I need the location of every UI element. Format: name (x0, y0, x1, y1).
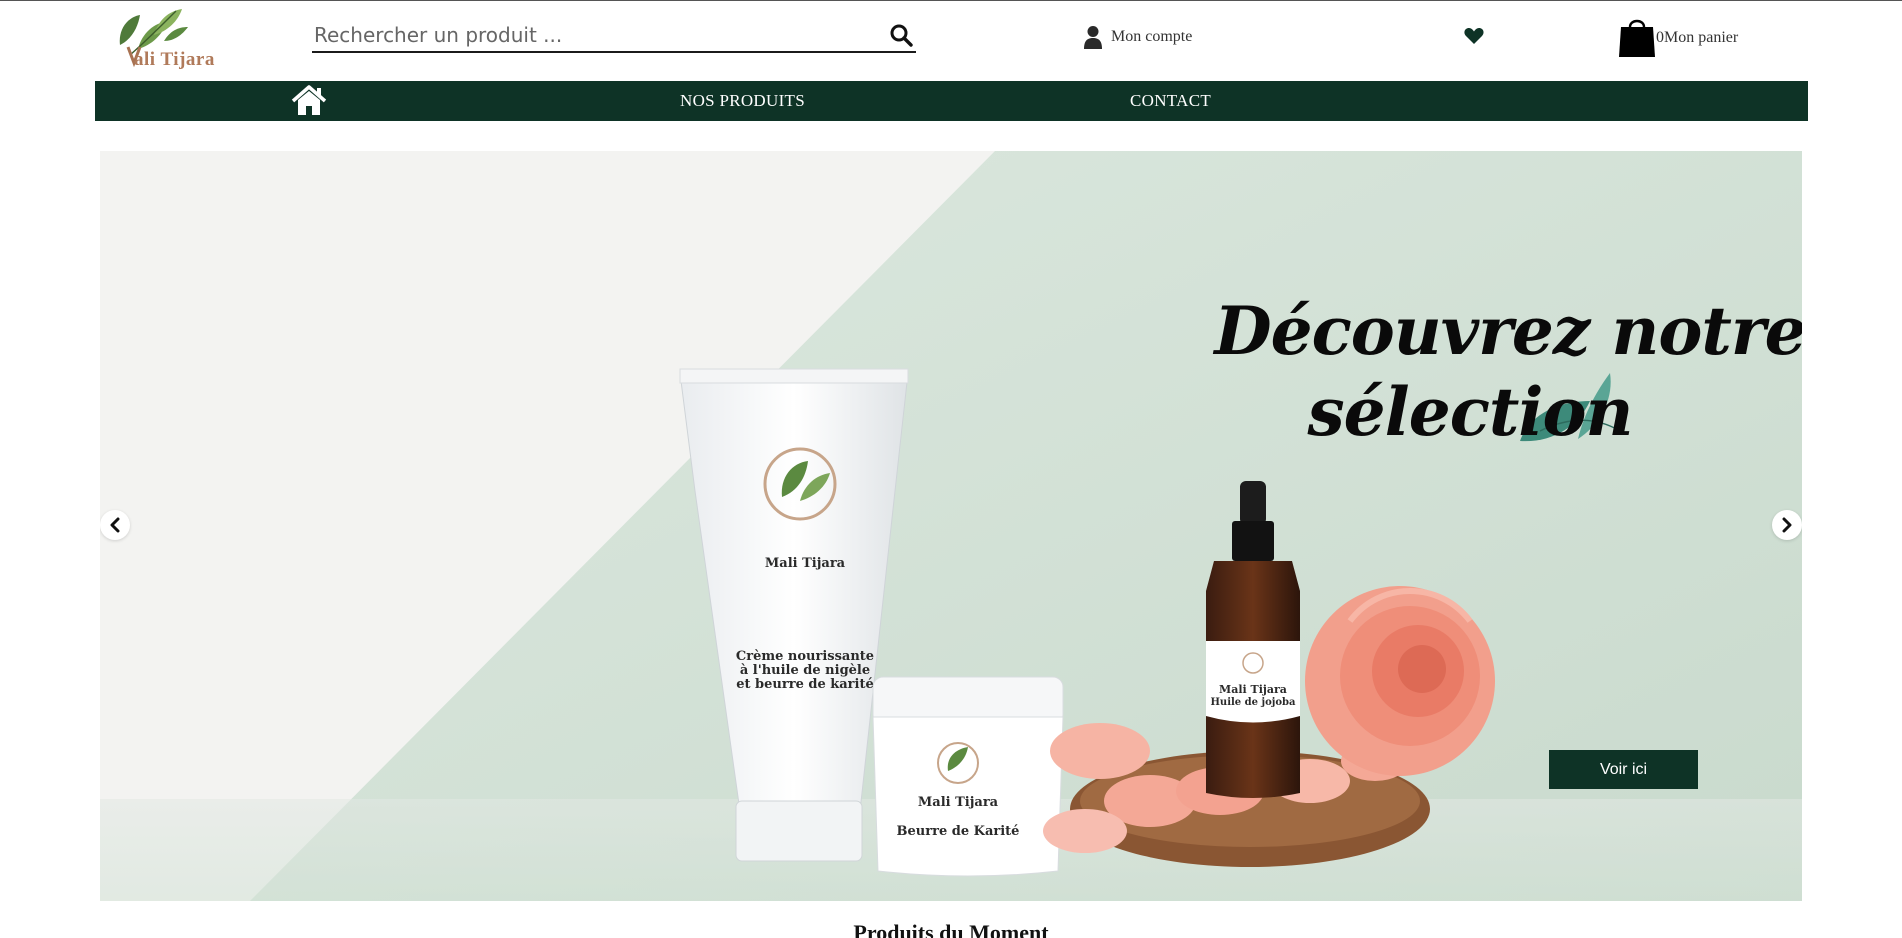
hero-illustration (100, 151, 1802, 901)
site-logo[interactable]: ali Tijara (112, 5, 230, 79)
home-icon (291, 85, 327, 115)
shopping-bag-icon (1619, 19, 1655, 57)
jar-brand-label: Mali Tijara (917, 795, 999, 810)
hero-title-line2: sélection (1307, 372, 1634, 451)
search-button[interactable] (886, 22, 916, 50)
cart-count: 0 (1656, 29, 1664, 46)
section-title-produits-du-moment: Produits du Moment (853, 920, 1049, 938)
site-header: ali Tijara Mon compte 0 Mon panier (0, 1, 1902, 81)
hero-title-line1: Découvrez notre (1214, 292, 1802, 370)
search-bar (312, 19, 916, 53)
nav-home[interactable] (291, 85, 327, 117)
hero-banner: Mali Tijara Crème nourissante à l'huile … (100, 151, 1802, 901)
bottle-brand-label: Mali Tijara (1219, 683, 1287, 696)
heart-icon (1464, 28, 1484, 44)
jar-product-label: Beurre de Karité (896, 824, 1020, 839)
hero-cta-button[interactable]: Voir ici (1549, 750, 1698, 789)
tube-desc-line3: et beurre de karité (736, 677, 874, 692)
chevron-right-icon (1782, 517, 1792, 533)
slider-prev-button[interactable] (100, 510, 130, 540)
wishlist-button[interactable] (1463, 25, 1485, 47)
user-icon (1084, 26, 1102, 49)
bottle-product-label: Huile de jojoba (1210, 697, 1296, 708)
account-link[interactable]: Mon compte (1083, 23, 1192, 51)
nav-item-produits[interactable]: NOS PRODUITS (680, 81, 805, 121)
tube-brand-label: Mali Tijara (764, 556, 846, 571)
account-label: Mon compte (1111, 28, 1193, 45)
nav-item-contact[interactable]: CONTACT (1130, 81, 1211, 121)
cart-label: Mon panier (1664, 29, 1739, 46)
search-icon (890, 24, 913, 47)
slider-next-button[interactable] (1772, 510, 1802, 540)
cart-link[interactable]: 0 Mon panier (1618, 15, 1738, 57)
logo-text: ali Tijara (134, 49, 215, 70)
hero-title: Découvrez notre sélection (1200, 291, 1802, 452)
search-input[interactable] (314, 21, 874, 49)
main-navigation: NOS PRODUITS CONTACT (95, 81, 1808, 121)
chevron-left-icon (110, 517, 120, 533)
